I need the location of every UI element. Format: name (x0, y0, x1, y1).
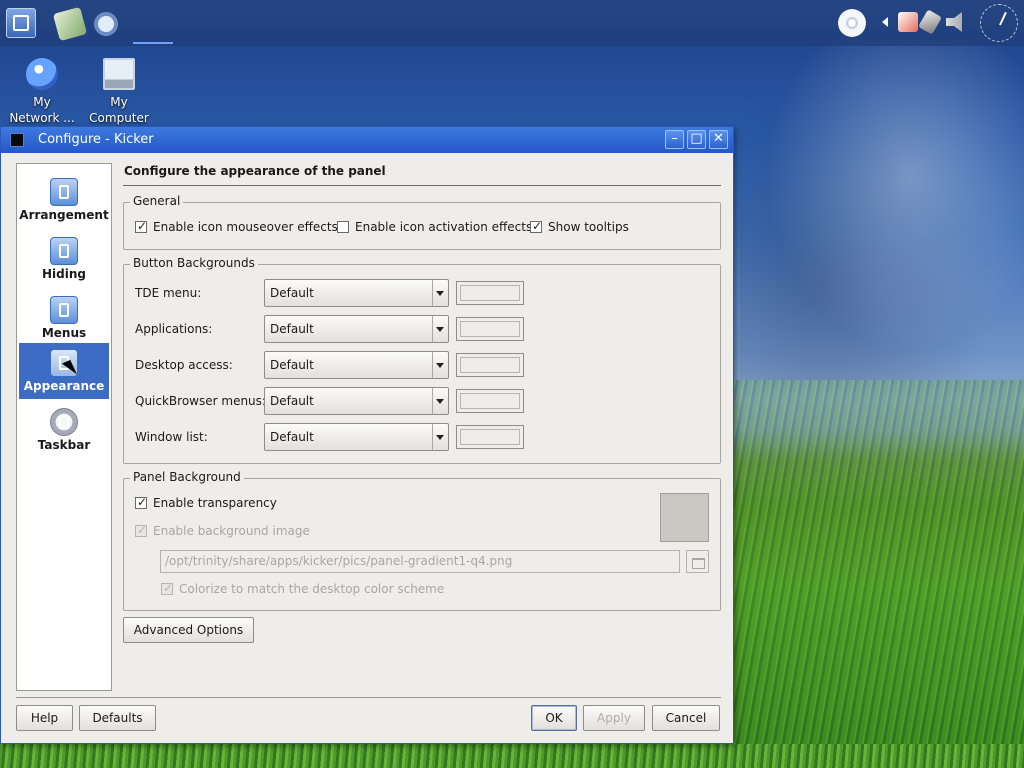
applications-select[interactable]: Default (264, 315, 449, 343)
checkbox-label: Colorize to match the desktop color sche… (179, 582, 445, 596)
wallpaper-grass-strip (0, 744, 1024, 768)
checkbox-box[interactable] (135, 495, 147, 509)
sidebar-item-hiding[interactable]: Hiding (19, 231, 109, 287)
sidebar-item-label: Taskbar (37, 438, 91, 452)
desktop-icon-my-computer[interactable]: My Computer (79, 58, 159, 126)
quickbrowser-menus-color-button[interactable] (456, 389, 524, 413)
window-list-color-button[interactable] (456, 425, 524, 449)
page-title: Configure the appearance of the panel (124, 164, 386, 178)
desktop-icon-label-line2: Computer (89, 111, 149, 125)
heading-divider (123, 185, 721, 186)
window-list-label: Window list: (135, 430, 208, 444)
panel-background-preview (660, 493, 709, 542)
folder-open-icon (686, 550, 709, 573)
sidebar-item-taskbar[interactable]: Taskbar (19, 402, 109, 458)
network-globe-icon (26, 58, 58, 90)
checkbox-label: Enable icon activation effects (355, 220, 533, 234)
defaults-button[interactable]: Defaults (79, 705, 156, 731)
maximize-button[interactable]: □ (687, 130, 706, 149)
ok-button[interactable]: OK (531, 705, 577, 731)
sidebar-item-arrangement[interactable]: Arrangement (19, 172, 109, 228)
window-titlebar[interactable]: Configure - Kicker – □ ✕ (1, 127, 733, 153)
sidebar: Arrangement Hiding Menus Appearance Task… (16, 163, 112, 691)
text-editor-launcher-icon[interactable] (52, 6, 88, 42)
desktop-icon-label-line1: My (110, 95, 128, 109)
hiding-icon (50, 237, 78, 265)
checkbox-box[interactable] (135, 219, 147, 233)
tray-expand-arrow-icon[interactable] (882, 17, 888, 27)
help-button[interactable]: Help (16, 705, 73, 731)
volume-icon[interactable] (946, 12, 962, 32)
advanced-options-button[interactable]: Advanced Options (123, 617, 254, 643)
computer-icon (103, 58, 135, 90)
general-group-title: General (130, 194, 184, 208)
desktop-access-color-button[interactable] (456, 353, 524, 377)
select-value: Default (270, 430, 314, 444)
sidebar-item-label: Menus (41, 326, 87, 340)
arrangement-icon (50, 178, 78, 206)
quickbrowser-menus-select[interactable]: Default (264, 387, 449, 415)
desktop-access-label: Desktop access: (135, 358, 233, 372)
window-list-select[interactable]: Default (264, 423, 449, 451)
sidebar-item-label: Arrangement (19, 208, 109, 222)
minimize-button[interactable]: – (665, 130, 684, 149)
panel-background-group-title: Panel Background (130, 470, 244, 484)
desktop-icon-label-line1: My (33, 95, 51, 109)
kicker-panel (0, 0, 1024, 46)
checkbox-label: Show tooltips (548, 220, 629, 234)
footer-divider (16, 697, 721, 698)
tde-menu-label: TDE menu: (135, 286, 202, 300)
checkbox-box[interactable] (530, 219, 542, 233)
configure-kicker-window: Configure - Kicker – □ ✕ Arrangement Hid… (0, 126, 734, 744)
desktop-icon-label-line2: Network ... (9, 111, 75, 125)
select-value: Default (270, 322, 314, 336)
select-value: Default (270, 286, 314, 300)
apply-button: Apply (583, 705, 645, 731)
desktop-access-select[interactable]: Default (264, 351, 449, 379)
notes-tray-icon[interactable] (898, 12, 918, 32)
select-value: Default (270, 394, 314, 408)
checkbox-label: Enable transparency (153, 496, 277, 510)
sidebar-item-label: Appearance (23, 379, 105, 393)
tde-menu-select[interactable]: Default (264, 279, 449, 307)
tde-menu-color-button[interactable] (456, 281, 524, 305)
wallpaper-sky (740, 40, 1024, 380)
sidebar-item-menus[interactable]: Menus (19, 290, 109, 346)
applications-label: Applications: (135, 322, 213, 336)
sidebar-item-label: Hiding (42, 267, 86, 281)
button-backgrounds-group-title: Button Backgrounds (130, 256, 258, 270)
chevron-down-icon[interactable] (432, 388, 448, 414)
chevron-down-icon[interactable] (432, 316, 448, 342)
clock-icon[interactable] (980, 4, 1018, 42)
window-app-icon[interactable] (10, 133, 24, 147)
taskbar-icon (50, 408, 78, 436)
checkbox-box (161, 581, 173, 595)
taskbar-indicator (133, 42, 173, 44)
sidebar-item-appearance[interactable]: Appearance (19, 343, 109, 399)
checkbox-label: Enable icon mouseover effects (153, 220, 338, 234)
system-settings-launcher-icon[interactable] (92, 10, 120, 38)
menus-icon (50, 296, 78, 324)
quickbrowser-menus-label: QuickBrowser menus: (135, 394, 266, 408)
cd-media-icon[interactable] (838, 9, 866, 37)
klipper-tray-icon[interactable] (918, 9, 942, 35)
applications-color-button[interactable] (456, 317, 524, 341)
wallpaper-grass (734, 380, 1024, 768)
tde-menu-icon[interactable] (6, 8, 36, 38)
desktop-icon-my-network[interactable]: My Network ... (2, 58, 82, 126)
select-value: Default (270, 358, 314, 372)
cancel-button[interactable]: Cancel (652, 705, 720, 731)
close-button[interactable]: ✕ (709, 130, 728, 149)
chevron-down-icon[interactable] (432, 352, 448, 378)
checkbox-box[interactable] (337, 221, 349, 233)
chevron-down-icon[interactable] (432, 424, 448, 450)
checkbox-label: Enable background image (153, 524, 310, 538)
window-title: Configure - Kicker (38, 132, 154, 147)
background-image-path-field: /opt/trinity/share/apps/kicker/pics/pane… (160, 550, 680, 573)
chevron-down-icon[interactable] (432, 280, 448, 306)
checkbox-box (135, 523, 147, 537)
